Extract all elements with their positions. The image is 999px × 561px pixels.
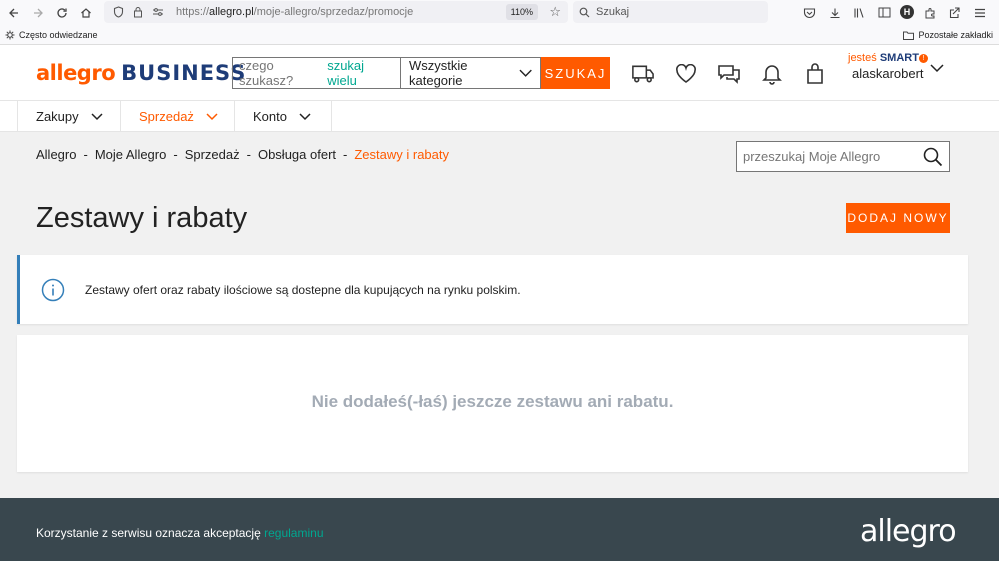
search-icon (579, 7, 590, 17)
breadcrumb-item[interactable]: Obsługa ofert (258, 147, 336, 162)
chevron-down-icon (206, 112, 218, 120)
info-text: Zestawy ofert oraz rabaty ilościowe są d… (85, 283, 521, 297)
chevron-down-icon (930, 64, 944, 73)
footer-allegro-logo[interactable]: allegro (860, 514, 957, 549)
search-input[interactable]: czego szukasz? szukaj wielu (232, 57, 400, 89)
empty-state: Nie dodałeś(-łaś) jeszcze zestawu ani ra… (17, 335, 968, 472)
folder-icon (903, 31, 915, 40)
allegro-business-logo[interactable]: allegro BUSINESS (36, 59, 246, 86)
page-title: Zestawy i rabaty (36, 202, 248, 234)
forward-icon[interactable] (26, 1, 50, 25)
permissions-icon[interactable] (150, 4, 166, 20)
smart-badge: jesteś SMART! (848, 52, 928, 64)
nav-item-zakupy[interactable]: Zakupy (17, 101, 121, 132)
profile-avatar[interactable]: H (900, 5, 914, 19)
menu-icon[interactable] (970, 3, 989, 22)
empty-state-text: Nie dodałeś(-łaś) jeszcze zestawu ani ra… (311, 392, 674, 411)
breadcrumb-current: Zestawy i rabaty (354, 147, 450, 162)
info-message: Zestawy ofert oraz rabaty ilościowe są d… (17, 255, 968, 324)
sidebar-icon[interactable] (875, 3, 894, 22)
bookmark-frequent[interactable]: Często odwiedzane (5, 30, 98, 40)
info-icon (41, 278, 65, 302)
messages-icon[interactable] (716, 61, 741, 86)
bell-icon[interactable] (759, 61, 784, 86)
pocket-icon[interactable] (800, 3, 819, 22)
nav-item-konto[interactable]: Konto (235, 101, 332, 132)
bookmark-star-icon[interactable]: ☆ (549, 4, 561, 20)
breadcrumb-item[interactable]: Allegro (36, 147, 76, 162)
breadcrumb-item[interactable]: Sprzedaż (185, 147, 240, 162)
home-icon[interactable] (74, 1, 98, 25)
user-menu[interactable]: jesteś SMART! alaskarobert (848, 52, 944, 81)
search-button[interactable]: SZUKAJ (541, 57, 610, 89)
breadcrumb: Allegro - Moje Allegro - Sprzedaż - Obsł… (36, 147, 450, 162)
username: alaskarobert (852, 66, 924, 81)
footer: Korzystanie z serwisu oznacza akceptację… (0, 498, 999, 561)
extensions-icon[interactable] (920, 3, 939, 22)
main-nav: Zakupy Sprzedaż Konto (0, 101, 999, 132)
chevron-down-icon (519, 69, 532, 77)
share-icon[interactable] (945, 3, 964, 22)
delivery-truck-icon[interactable] (630, 61, 655, 86)
browser-toolbar: https://allegro.pl/moje-allegro/sprzedaz… (0, 0, 999, 26)
gear-icon (5, 30, 15, 40)
terms-link[interactable]: regulaminu (264, 526, 323, 540)
cart-bag-icon[interactable] (802, 61, 827, 86)
category-select[interactable]: Wszystkie kategorie (400, 57, 541, 89)
breadcrumb-item[interactable]: Moje Allegro (95, 147, 167, 162)
site-header: allegro BUSINESS czego szukasz? szukaj wi… (0, 45, 999, 101)
search-multi-link[interactable]: szukaj wielu (327, 58, 394, 88)
reload-icon[interactable] (50, 1, 74, 25)
search-icon[interactable] (923, 147, 943, 167)
nav-item-sprzedaz[interactable]: Sprzedaż (121, 101, 235, 132)
chevron-down-icon (91, 112, 103, 120)
add-new-button[interactable]: DODAJ NOWY (846, 203, 950, 233)
smart-info-icon: ! (918, 53, 928, 63)
url-text: https://allegro.pl/moje-allegro/sprzedaz… (176, 6, 414, 18)
library-icon[interactable] (850, 3, 869, 22)
lock-icon[interactable] (130, 4, 146, 20)
back-icon[interactable] (2, 1, 26, 25)
footer-text: Korzystanie z serwisu oznacza akceptację… (36, 526, 324, 540)
chevron-down-icon (299, 112, 311, 120)
heart-icon[interactable] (673, 61, 698, 86)
bookmarks-bar: Często odwiedzane Pozostałe zakładki (0, 26, 999, 45)
zoom-level[interactable]: 110% (505, 4, 538, 20)
shield-icon[interactable] (110, 4, 126, 20)
bookmark-other[interactable]: Pozostałe zakładki (903, 30, 993, 40)
browser-search-input[interactable]: Szukaj (573, 1, 768, 23)
search-group: czego szukasz? szukaj wielu Wszystkie ka… (232, 57, 610, 89)
url-bar[interactable]: https://allegro.pl/moje-allegro/sprzedaz… (104, 1, 568, 23)
download-icon[interactable] (825, 3, 844, 22)
moje-allegro-search-input[interactable]: przeszukaj Moje Allegro (736, 141, 950, 172)
